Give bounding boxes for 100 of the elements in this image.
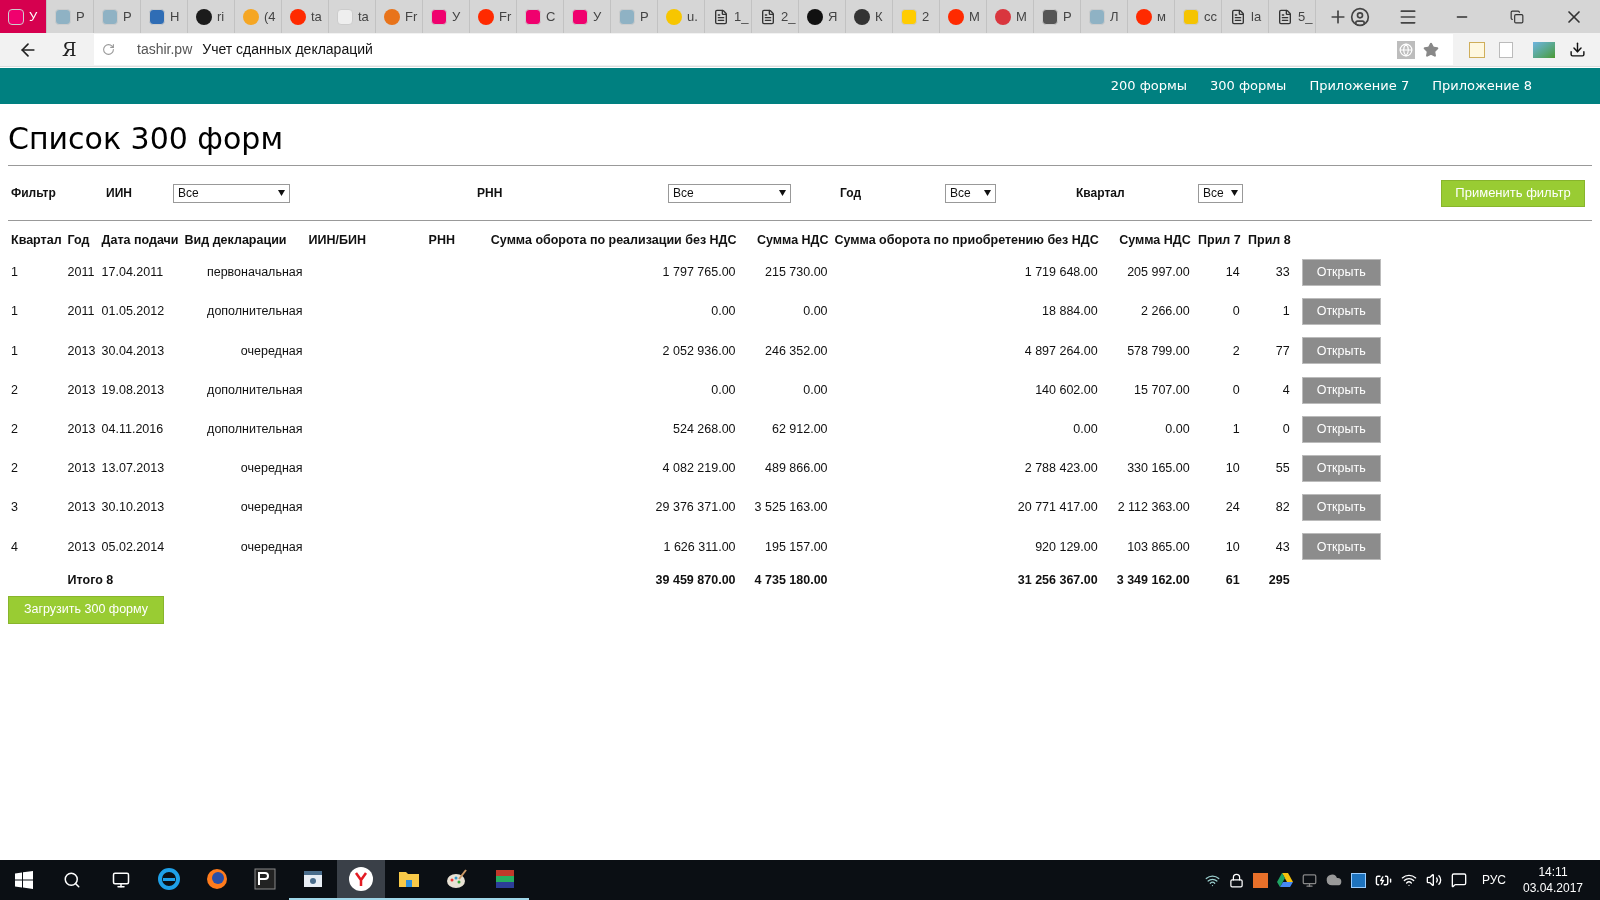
column-header: Прил 7 <box>1197 231 1242 249</box>
table-cell-text: 2013 <box>66 460 97 478</box>
drive-icon[interactable] <box>1276 873 1293 887</box>
table-cell-text: 2013 <box>66 538 97 556</box>
table-cell-text: 2 <box>10 420 19 438</box>
table-cell-text: 0.00 <box>1164 420 1191 438</box>
table-cell-text: 0 <box>1231 381 1241 399</box>
table-cell-text: 246 352.00 <box>764 342 829 360</box>
dropdown-caret-icon <box>278 190 285 196</box>
browser-tab[interactable]: У <box>0 0 47 33</box>
language-indicator[interactable]: РУС <box>1481 871 1506 889</box>
table-cell-text: 33 <box>1274 264 1291 282</box>
nav-link[interactable]: 200 формы <box>1110 76 1188 96</box>
table-cell-text: 19.08.2013 <box>100 381 166 399</box>
filter-select[interactable]: Все <box>173 183 290 203</box>
table-cell-text: 13.07.2013 <box>100 460 166 478</box>
palette-icon <box>445 867 469 891</box>
table-cell-text: 2011 <box>66 303 96 321</box>
table-cell-text: 4 <box>10 538 19 556</box>
nav-link[interactable]: Приложение 8 <box>1432 76 1532 96</box>
taskbar-app[interactable] <box>337 860 385 900</box>
windows-start-icon[interactable] <box>15 871 33 889</box>
table-cell-text: 14 <box>1224 264 1241 282</box>
filter-label: Год <box>840 185 862 202</box>
wifi-icon[interactable] <box>1400 872 1417 888</box>
table-cell-text: 2 <box>10 460 19 478</box>
table-cell-text: очередная <box>239 460 304 478</box>
filter-select[interactable]: Все <box>668 183 791 203</box>
filter-label: Квартал <box>1076 185 1126 202</box>
column-header: Год <box>66 231 91 249</box>
table-cell-text: 04.11.2016 <box>100 420 165 438</box>
bookmark-star-icon[interactable] <box>1423 41 1439 58</box>
home-button[interactable]: Я <box>62 36 82 63</box>
app-logo-icon <box>253 867 277 891</box>
table-cell-text: 3 <box>10 499 19 517</box>
table-cell-text: 1 <box>10 342 19 360</box>
table-cell-text: 15 707.00 <box>1133 381 1191 399</box>
fox-globe-icon <box>205 867 229 891</box>
table-cell-text: 3 525 163.00 <box>753 499 829 517</box>
lock-icon[interactable] <box>1228 872 1244 888</box>
filter-select[interactable]: Все <box>945 183 996 203</box>
table-cell-text: очередная <box>239 342 304 360</box>
table-cell-text: 2013 <box>66 342 97 360</box>
table-cell-text: 1 <box>10 264 19 282</box>
column-header: Дата подачи <box>100 231 180 249</box>
dropdown-caret-icon <box>779 190 786 196</box>
table-cell-text: 01.05.2012 <box>100 303 166 321</box>
table-cell-text: 0.00 <box>710 303 737 321</box>
monitor-icon[interactable] <box>1301 872 1317 888</box>
total-cell-text: 31 256 367.00 <box>1016 572 1099 590</box>
image-icon[interactable] <box>1533 41 1555 58</box>
table-cell-text: 2 <box>10 381 19 399</box>
column-header: Сумма НДС <box>1118 231 1192 249</box>
table-cell-text: 195 157.00 <box>764 538 829 556</box>
table-cell-text: 1 <box>1231 420 1241 438</box>
table-cell-text: 0.00 <box>710 381 737 399</box>
nav-link[interactable]: 300 формы <box>1210 76 1287 96</box>
restore-icon[interactable] <box>1510 9 1524 24</box>
column-header: Вид декларации <box>183 231 288 249</box>
download-icon[interactable] <box>1569 41 1586 58</box>
table-cell-text: 55 <box>1274 460 1291 478</box>
clock[interactable]: 14:11 03.04.2017 <box>1516 860 1590 900</box>
nav-link[interactable]: Приложение 7 <box>1309 76 1410 96</box>
cloud-icon[interactable] <box>1325 872 1342 888</box>
app-tray-icon[interactable] <box>1252 872 1268 888</box>
table-cell-text: очередная <box>239 538 304 556</box>
column-header: Прил 8 <box>1247 231 1292 249</box>
table-cell-text: 0.00 <box>1072 420 1099 438</box>
table-cell-text: 103 865.00 <box>1126 538 1191 556</box>
reload-icon[interactable] <box>102 43 115 56</box>
app-tray-icon[interactable] <box>1350 872 1366 888</box>
search-icon[interactable] <box>63 871 81 889</box>
profile-icon[interactable] <box>1350 6 1370 27</box>
column-header: Квартал <box>10 231 63 249</box>
column-header: Сумма оборота по приобретению без НДС <box>833 231 1100 249</box>
table-cell-text: 4 897 264.00 <box>1023 342 1099 360</box>
table-cell-text: 43 <box>1274 538 1291 556</box>
address-field[interactable]: tashir.pw Учет сданных деклараций <box>94 34 1453 65</box>
table-cell-text: 330 165.00 <box>1126 460 1191 478</box>
total-cell-text: 295 <box>1267 572 1291 590</box>
table-cell-text: 2013 <box>66 420 97 438</box>
browser-e-icon <box>157 867 181 891</box>
table-cell-text: 1 719 648.00 <box>1023 264 1099 282</box>
table-cell-text: 82 <box>1274 499 1291 517</box>
filter-select[interactable]: Все <box>1198 183 1243 203</box>
table-cell-text: 2011 <box>66 264 96 282</box>
page-title: Список 300 форм <box>8 121 285 157</box>
table-cell-text: очередная <box>239 499 304 517</box>
volume-icon[interactable] <box>1425 872 1442 888</box>
table-cell-text: 0.00 <box>802 303 829 321</box>
notification-icon[interactable] <box>1450 872 1467 888</box>
table-cell-text: 1 <box>10 303 19 321</box>
table-cell-text: 2 266.00 <box>1140 303 1191 321</box>
table-cell-text: дополнительная <box>206 381 304 399</box>
total-label: Итого 8 <box>66 572 115 590</box>
column-header: Сумма НДС <box>756 231 830 249</box>
filter-label: Фильтр <box>10 185 57 202</box>
table-cell-text: 205 997.00 <box>1126 264 1191 282</box>
books-icon <box>493 867 517 891</box>
table-cell-text: 578 799.00 <box>1126 342 1191 360</box>
